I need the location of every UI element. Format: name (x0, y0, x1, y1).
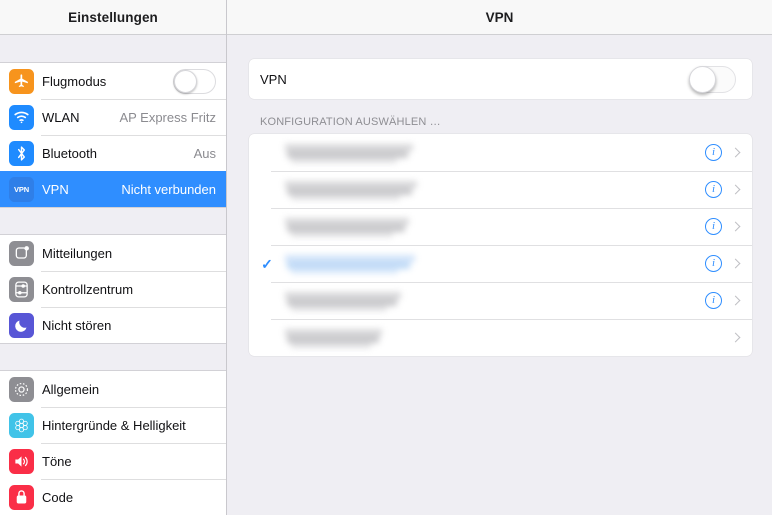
info-icon[interactable]: i (705, 144, 722, 161)
sidebar-item-nicht-stören[interactable]: Nicht stören (0, 307, 226, 343)
sidebar-group-gap (0, 344, 226, 370)
configuration-section-label: KONFIGURATION AUSWÄHLEN … (260, 116, 441, 128)
configuration-row[interactable]: ✓i (249, 282, 752, 319)
configuration-row-actions: i (705, 218, 752, 235)
main-header: VPN (227, 0, 772, 35)
sidebar-item-label: Hintergründe & Helligkeit (42, 417, 186, 433)
airplane-icon (9, 68, 34, 94)
configuration-name-redacted (281, 290, 401, 312)
sidebar-item-label: Nicht stören (42, 317, 112, 333)
sidebar-item-label: Kontrollzentrum (42, 281, 134, 297)
sidebar-item-bluetooth[interactable]: Bluetooth Aus (0, 135, 226, 171)
chevron-right-icon[interactable] (731, 331, 739, 344)
configuration-name-redacted (281, 253, 415, 275)
flugmodus-toggle-switch[interactable] (173, 68, 216, 94)
configuration-row-actions: i (705, 255, 752, 272)
sidebar-item-value: Aus (193, 145, 216, 161)
ipad-settings-screen: Einstellungen Flugmodus WLAN AP Express Fr… (0, 0, 772, 515)
sidebar-item-flugmodus[interactable]: Flugmodus (0, 63, 226, 99)
gear-icon (9, 376, 34, 402)
sidebar-item-label: Code (42, 489, 74, 505)
configuration-name-redacted (281, 327, 382, 349)
sidebar-title: Einstellungen (68, 9, 158, 25)
vpn-detail-panel: VPN VPN KONFIGURATION AUSWÄHLEN … ✓i✓i✓i… (227, 0, 772, 515)
configuration-list: ✓i✓i✓i✓i✓i✓ (249, 134, 752, 356)
toggle-knob (174, 69, 197, 93)
configuration-name-redacted (281, 179, 417, 201)
sidebar-item-allgemein[interactable]: Allgemein (0, 371, 226, 407)
configuration-row[interactable]: ✓i (249, 171, 752, 208)
chevron-right-icon[interactable] (731, 220, 739, 233)
configuration-name-redacted (281, 216, 409, 238)
vpn-row-label: VPN (260, 71, 287, 87)
chevron-right-icon[interactable] (731, 257, 739, 270)
configuration-row-actions (731, 331, 752, 344)
page-title: VPN (485, 9, 514, 25)
checkmark-icon: ✓ (261, 255, 273, 272)
sidebar-item-kontrollzentrum[interactable]: Kontrollzentrum (0, 271, 226, 307)
wallpaper-icon (9, 412, 34, 438)
sidebar-item-label: Mitteilungen (42, 245, 113, 261)
wifi-icon (9, 104, 34, 130)
bluetooth-icon (9, 140, 34, 166)
moon-icon (9, 312, 34, 338)
sidebar-item-label: Allgemein (42, 381, 100, 397)
vpn-toggle-knob (689, 66, 716, 93)
sidebar-item-vpn[interactable]: VPN VPN Nicht verbunden (0, 171, 226, 207)
speaker-icon (9, 448, 34, 474)
sidebar-header: Einstellungen (0, 0, 226, 35)
vpn-toggle-switch[interactable] (689, 66, 736, 93)
chevron-right-icon[interactable] (731, 146, 739, 159)
info-icon[interactable]: i (705, 292, 722, 309)
settings-sidebar: Einstellungen Flugmodus WLAN AP Express Fr… (0, 0, 227, 515)
sidebar-item-value: Nicht verbunden (121, 181, 216, 197)
sidebar-item-value: AP Express Fritz (119, 109, 216, 125)
configuration-row-actions: i (705, 181, 752, 198)
info-icon[interactable]: i (705, 255, 722, 272)
configuration-row-actions: i (705, 144, 752, 161)
lock-icon (9, 484, 34, 510)
sidebar-item-mitteilungen[interactable]: Mitteilungen (0, 235, 226, 271)
control-center-icon (9, 276, 34, 302)
configuration-name-redacted (281, 142, 413, 164)
notifications-icon (9, 240, 34, 266)
sidebar-item-wlan[interactable]: WLAN AP Express Fritz (0, 99, 226, 135)
chevron-right-icon[interactable] (731, 294, 739, 307)
sidebar-item-töne[interactable]: Töne (0, 443, 226, 479)
sidebar-item-hintergründe-helligkeit[interactable]: Hintergründe & Helligkeit (0, 407, 226, 443)
sidebar-item-label: Töne (42, 453, 72, 469)
sidebar-item-label: Bluetooth (42, 145, 97, 161)
sidebar-item-label: Flugmodus (42, 73, 107, 89)
vpn-badge-icon: VPN (9, 176, 34, 202)
vpn-toggle-row[interactable]: VPN (249, 59, 752, 99)
configuration-row[interactable]: ✓i (249, 134, 752, 171)
sidebar-group-3: Allgemein Hintergründe & Helligkeit Töne Co… (0, 370, 226, 515)
main-body: VPN KONFIGURATION AUSWÄHLEN … ✓i✓i✓i✓i✓i… (227, 59, 772, 356)
configuration-row[interactable]: ✓i (249, 245, 752, 282)
info-icon[interactable]: i (705, 181, 722, 198)
sidebar-group-gap (0, 208, 226, 234)
sidebar-group-1: Flugmodus WLAN AP Express Fritz Bluetooth Au… (0, 62, 226, 208)
configuration-row-actions: i (705, 292, 752, 309)
sidebar-top-gap (0, 35, 226, 62)
configuration-row[interactable]: ✓ (249, 319, 752, 356)
sidebar-group-2: Mitteilungen Kontrollzentrum Nicht stören (0, 234, 226, 344)
sidebar-item-code[interactable]: Code (0, 479, 226, 515)
sidebar-item-label: VPN (42, 181, 69, 197)
chevron-right-icon[interactable] (731, 183, 739, 196)
sidebar-item-label: WLAN (42, 109, 80, 125)
configuration-row[interactable]: ✓i (249, 208, 752, 245)
info-icon[interactable]: i (705, 218, 722, 235)
